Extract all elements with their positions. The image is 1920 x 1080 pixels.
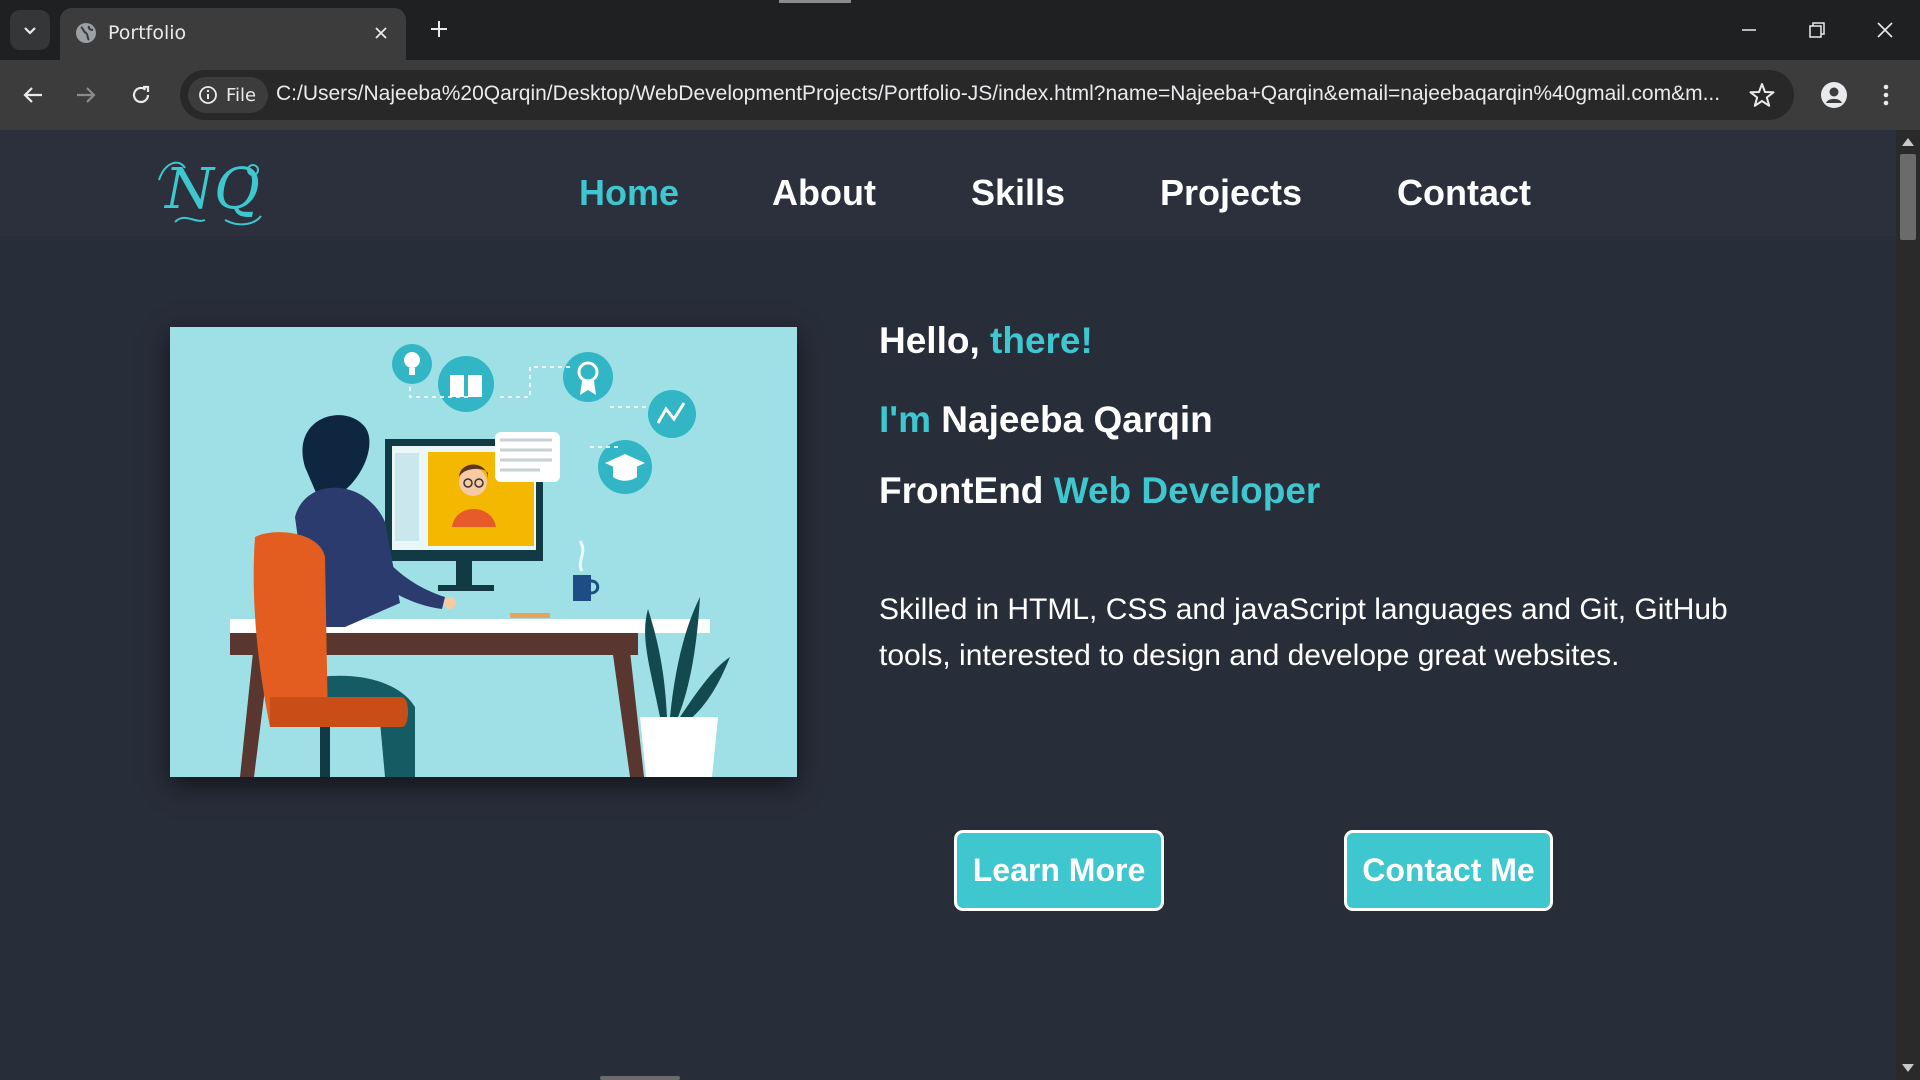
window-close-icon xyxy=(1877,22,1893,38)
tab-list-button[interactable] xyxy=(10,10,50,50)
globe-icon xyxy=(76,23,96,43)
greeting-heading: Hello, there! xyxy=(879,320,1093,362)
browser-toolbar: File C:/Users/Najeeba%20Qarqin/Desktop/W… xyxy=(0,60,1920,130)
plus-icon xyxy=(431,21,447,37)
window-drag-indicator xyxy=(779,0,851,3)
nav-contact[interactable]: Contact xyxy=(1397,172,1531,214)
role-text: FrontEnd xyxy=(879,470,1044,511)
browser-tab-bar: Portfolio xyxy=(0,0,1920,60)
profile-button[interactable] xyxy=(1814,75,1854,115)
greeting-text: Hello, xyxy=(879,320,980,361)
browser-tab[interactable]: Portfolio xyxy=(60,8,406,60)
browser-menu-button[interactable] xyxy=(1868,77,1904,113)
tab-list-icon xyxy=(24,27,36,35)
tab-close-button[interactable] xyxy=(370,22,392,44)
minimize-button[interactable] xyxy=(1724,8,1774,52)
reload-icon xyxy=(132,85,150,104)
close-icon xyxy=(375,27,387,39)
page-viewport: NQ Home About Skills Projects Contact He… xyxy=(0,130,1896,1080)
intro-heading: I'm Najeeba Qarqin xyxy=(879,399,1213,441)
intro-accent: I'm xyxy=(879,399,931,440)
new-tab-button[interactable] xyxy=(424,14,454,44)
greeting-accent: there! xyxy=(990,320,1093,361)
more-icon xyxy=(1883,84,1889,106)
site-info-chip[interactable]: File xyxy=(188,77,268,113)
contact-me-button[interactable]: Contact Me xyxy=(1344,830,1553,911)
role-accent: Web Developer xyxy=(1053,470,1321,511)
scroll-down-arrow-icon[interactable] xyxy=(1901,1062,1915,1074)
site-header: NQ Home About Skills Projects Contact xyxy=(0,130,1896,236)
woman-at-computer-illustration xyxy=(170,327,797,777)
vertical-scrollbar[interactable] xyxy=(1896,130,1920,1080)
address-bar[interactable]: File C:/Users/Najeeba%20Qarqin/Desktop/W… xyxy=(180,70,1794,120)
award-icon xyxy=(563,352,613,402)
site-chip-label: File xyxy=(226,84,257,106)
nav-about[interactable]: About xyxy=(772,172,876,214)
learn-more-button[interactable]: Learn More xyxy=(954,830,1164,911)
nav-projects[interactable]: Projects xyxy=(1160,172,1302,214)
chart-line-icon xyxy=(648,390,696,438)
book-icon xyxy=(438,356,494,412)
forward-button[interactable] xyxy=(68,77,104,113)
site-logo[interactable]: NQ xyxy=(155,150,270,230)
restore-button[interactable] xyxy=(1792,8,1842,52)
star-icon[interactable] xyxy=(1748,81,1776,109)
window-close-button[interactable] xyxy=(1860,8,1910,52)
profile-icon xyxy=(1821,82,1847,108)
back-button[interactable] xyxy=(15,77,51,113)
scroll-up-arrow-icon[interactable] xyxy=(1901,136,1915,148)
horizontal-scrollbar-thumb[interactable] xyxy=(600,1076,680,1080)
nav-home[interactable]: Home xyxy=(579,172,679,214)
back-icon xyxy=(23,87,42,103)
info-icon xyxy=(199,86,217,104)
reload-button[interactable] xyxy=(123,77,159,113)
tab-title: Portfolio xyxy=(108,22,187,44)
scrollbar-thumb[interactable] xyxy=(1900,154,1916,240)
bio-paragraph: Skilled in HTML, CSS and javaScript lang… xyxy=(879,593,1728,672)
forward-icon xyxy=(77,87,96,103)
url-text[interactable]: C:/Users/Najeeba%20Qarqin/Desktop/WebDev… xyxy=(276,82,1736,106)
hero-illustration xyxy=(170,327,797,777)
lightbulb-icon xyxy=(392,344,432,384)
role-heading: FrontEnd Web Developer xyxy=(879,470,1320,512)
nav-skills[interactable]: Skills xyxy=(971,172,1065,214)
svg-text:NQ: NQ xyxy=(163,157,260,222)
intro-name: Najeeba Qarqin xyxy=(941,399,1213,440)
restore-icon xyxy=(1809,22,1825,38)
minimize-icon xyxy=(1742,29,1756,31)
graduation-cap-icon xyxy=(598,440,652,494)
